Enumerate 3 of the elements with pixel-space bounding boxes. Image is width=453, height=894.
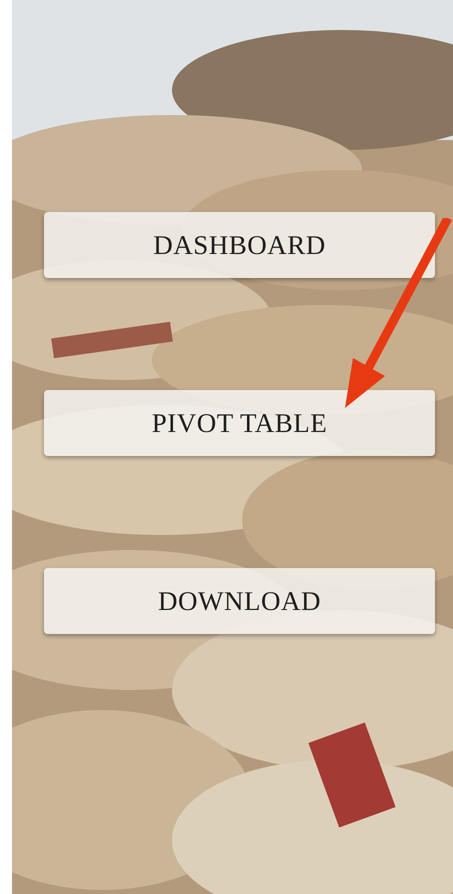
nav-button[interactable]: DOWNLOAD: [44, 568, 435, 634]
nav-button[interactable]: DASHBOARD: [44, 212, 435, 278]
nav-button[interactable]: PIVOT TABLE: [44, 390, 435, 456]
